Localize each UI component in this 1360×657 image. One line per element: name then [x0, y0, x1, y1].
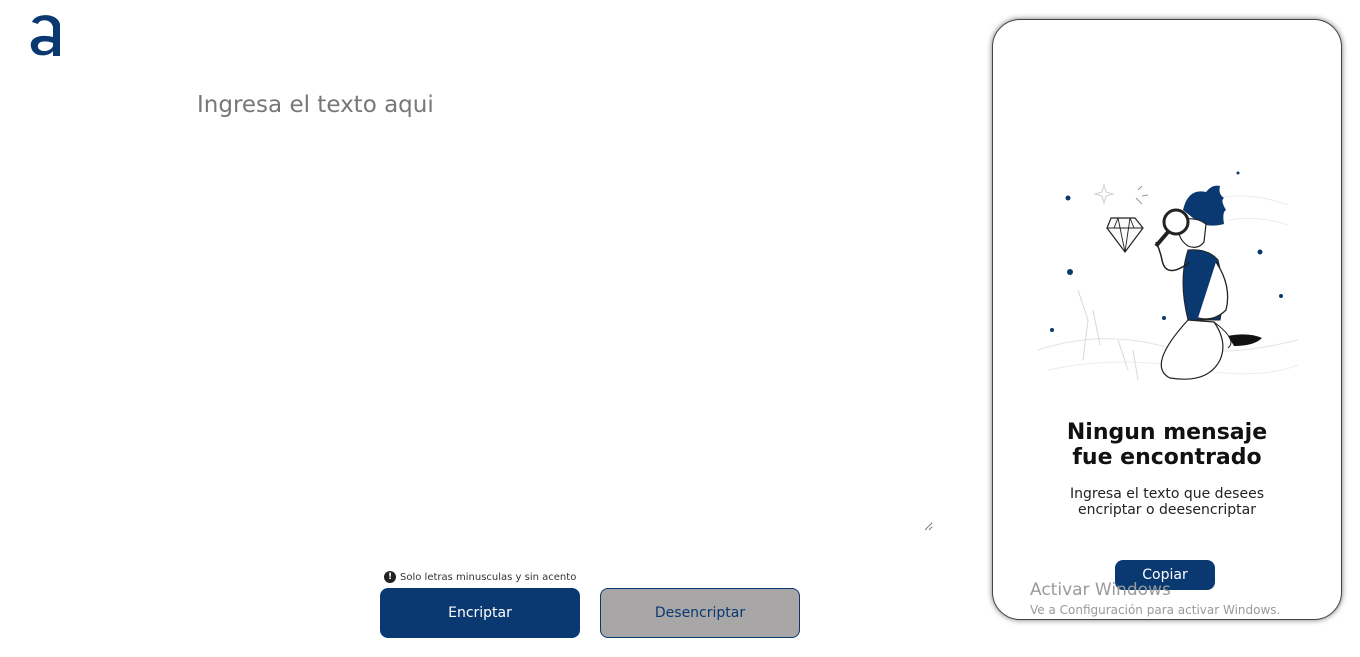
- output-panel: Ningun mensaje fue encontrado Ingresa el…: [992, 19, 1342, 620]
- panel-subtitle: Ingresa el texto que desees encriptar o …: [1069, 486, 1264, 518]
- text-input[interactable]: [193, 88, 933, 531]
- hint-text: Solo letras minusculas y sin acento: [400, 571, 577, 583]
- windows-activation-watermark: Activar Windows Ve a Configuración para …: [1030, 580, 1280, 618]
- panel-title: Ningun mensaje fue encontrado: [1066, 420, 1268, 470]
- info-icon: !: [384, 571, 396, 583]
- page: ! Solo letras minusculas y sin acento En…: [0, 0, 1360, 657]
- decrypt-button[interactable]: Desencriptar: [600, 588, 800, 638]
- encrypt-button[interactable]: Encriptar: [380, 588, 580, 638]
- person-with-magnifier-illustration: [1038, 171, 1298, 381]
- watermark-subtitle: Ve a Configuración para activar Windows.: [1030, 603, 1281, 617]
- watermark-title: Activar Windows: [1030, 580, 1171, 600]
- hint: ! Solo letras minusculas y sin acento: [384, 571, 576, 583]
- alura-logo-icon: [30, 15, 60, 56]
